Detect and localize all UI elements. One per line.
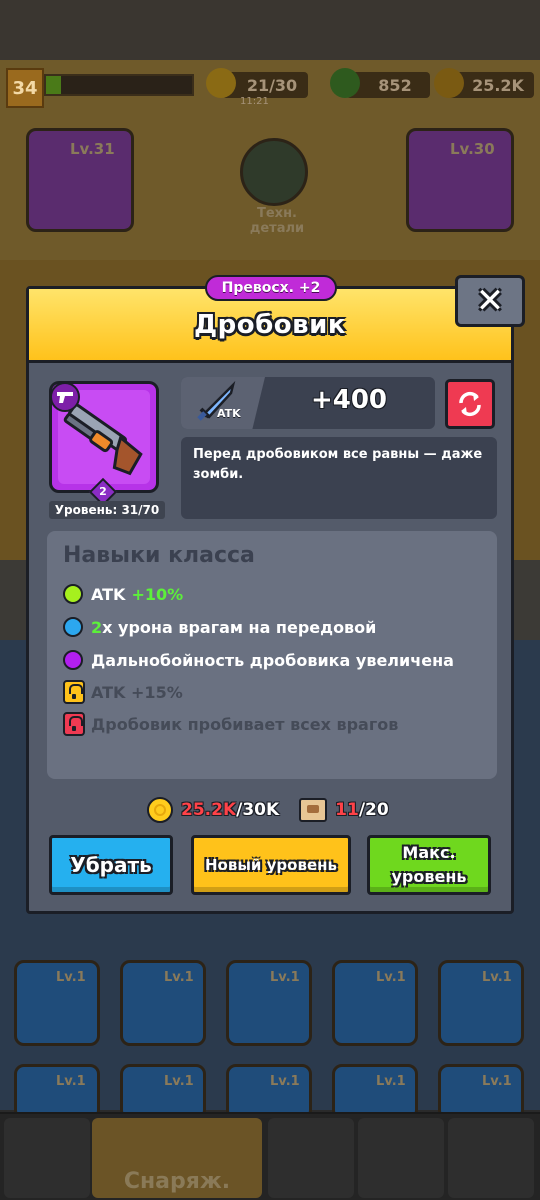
skill-row-locked: ATK +15% [63,679,183,705]
equip-slot-armor-level: Lv.30 [450,140,495,158]
lightning-icon [206,68,236,98]
tech-parts-icon[interactable] [240,138,308,206]
blueprints-have: 11 [335,800,359,820]
lock-icon [63,680,85,704]
skill-row: 2 х урона врагам на передовой [63,614,376,640]
upgrade-cost: 25.2K /30K 11 /20 [147,795,389,825]
inventory-item-level: Lv.1 [56,1074,86,1089]
inventory-item-level: Lv.1 [376,970,406,985]
blueprint-icon [299,798,328,822]
inventory-item-level: Lv.1 [376,1074,406,1089]
coins-need: /30K [236,800,280,820]
xp-bar [44,74,194,96]
tab-cards[interactable] [448,1118,534,1198]
energy-counter[interactable]: 21/30 [206,68,308,98]
coin-icon [147,797,173,823]
tab-shop[interactable] [4,1118,90,1198]
bottom-nav: Снаряж. [0,1112,540,1200]
equip-slot-weapon-level: Lv.31 [70,140,115,158]
inventory-item-level: Lv.1 [164,1074,194,1089]
max-level-button[interactable]: Макс. уровень [367,835,491,895]
compare-button[interactable] [445,379,495,429]
inventory-item-level: Lv.1 [482,970,512,985]
item-description: Перед дробовиком все равны — даже зомби. [181,437,497,519]
skill-row-locked: Дробовик пробивает всех врагов [63,711,398,737]
inventory-item-level: Lv.1 [482,1074,512,1089]
inventory-item-level: Lv.1 [270,1074,300,1089]
close-button[interactable]: ✕ [455,275,525,327]
item-detail-modal: Дробовик Превосх. +2 ✕ 2 Уровень: 31/70 [26,275,525,914]
inventory-item-level: Lv.1 [270,970,300,985]
tab-skull[interactable] [358,1118,444,1198]
stat-box: ATK +400 [181,377,435,429]
blueprints-need: /20 [358,800,389,820]
coin-icon [434,68,464,98]
refresh-icon [459,391,481,417]
stat-label: ATK [217,407,241,420]
coins-have: 25.2K [181,800,237,820]
tech-parts-label: Техн. детали [249,206,305,236]
inventory-item-level: Lv.1 [56,970,86,985]
rarity-tag: Превосх. +2 [205,275,337,301]
player-level-badge: 34 [6,68,44,108]
gems-counter[interactable]: 852 [330,68,430,98]
skill-dot-icon [63,650,83,670]
tab-equipment[interactable]: Снаряж. [92,1118,262,1198]
skill-dot-icon [63,617,83,637]
item-level-label: Уровень: 31/70 [49,501,165,519]
pistol-icon [50,382,80,412]
energy-timer: 11:21 [240,96,269,107]
unequip-button[interactable]: Убрать [49,835,173,895]
skill-dot-icon [63,584,83,604]
item-card: 2 [49,381,159,507]
tab-battle[interactable] [268,1118,354,1198]
class-skills-title: Навыки класса [63,543,255,568]
gem-icon [330,68,360,98]
class-skills-panel: Навыки класса ATK +10% 2 х урона врагам … [47,531,497,779]
modal-title: Дробовик [194,309,346,340]
skill-row: Дальнобойность дробовика увеличена [63,647,454,673]
top-resource-bar: 34 21/30 11:21 852 25.2K [0,62,540,112]
stat-value: +400 [310,385,388,415]
tab-equipment-label: Снаряж. [123,1169,231,1194]
inventory-item-level: Lv.1 [164,970,194,985]
level-up-button[interactable]: Новый уровень [191,835,351,895]
coins-counter[interactable]: 25.2K [434,68,534,98]
lock-icon [63,712,85,736]
skill-row: ATK +10% [63,581,183,607]
